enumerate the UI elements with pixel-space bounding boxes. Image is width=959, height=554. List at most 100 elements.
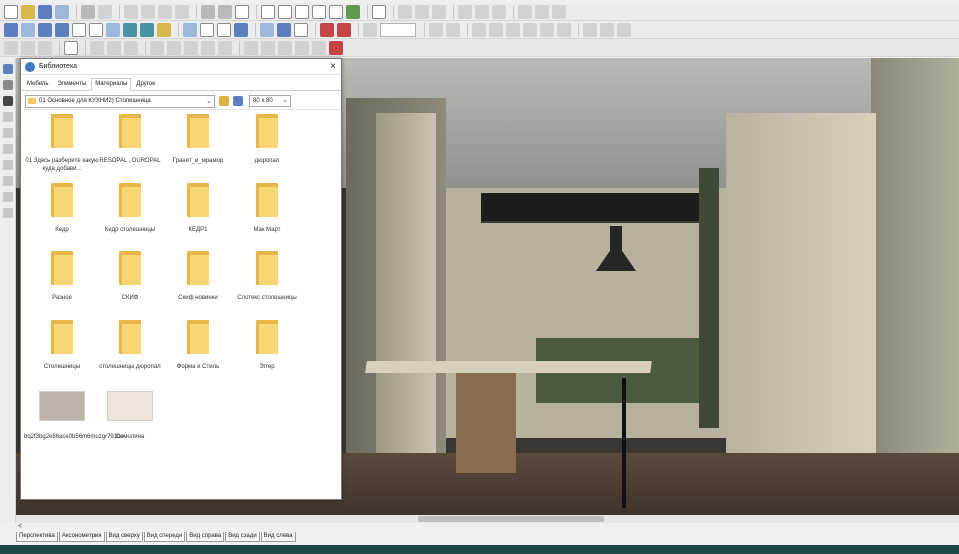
tab-materials[interactable]: Материалы (91, 78, 132, 91)
layers-icon[interactable] (261, 4, 275, 19)
list-item[interactable]: Скиф новинки (160, 251, 236, 302)
horizontal-scrollbar[interactable] (16, 515, 959, 523)
wireframe-icon[interactable] (72, 22, 86, 37)
circle-icon[interactable] (523, 22, 537, 37)
offset-icon[interactable] (617, 22, 631, 37)
move-icon[interactable] (277, 22, 291, 37)
edit-copy-icon[interactable] (21, 40, 35, 55)
edit-rotate-icon[interactable] (38, 40, 52, 55)
snap-icon[interactable] (183, 22, 197, 37)
unlock-icon[interactable] (552, 4, 566, 19)
bulb-icon[interactable] (157, 22, 171, 37)
magnet-icon[interactable] (320, 22, 334, 37)
sum-icon[interactable] (372, 4, 386, 19)
split-view-icon[interactable] (329, 4, 343, 19)
array-icon[interactable] (600, 22, 614, 37)
hatch-icon[interactable] (429, 22, 443, 37)
zoom-icon[interactable] (363, 22, 377, 37)
tab-axonometry[interactable]: Аксонометрия (58, 532, 105, 542)
select-icon[interactable] (4, 22, 18, 37)
arc-icon[interactable] (506, 22, 520, 37)
rotate-view-icon[interactable] (21, 22, 35, 37)
distribute-v-icon[interactable] (475, 4, 489, 19)
mirror-icon[interactable] (583, 22, 597, 37)
polyline-icon[interactable] (540, 22, 554, 37)
eraser-icon[interactable] (3, 112, 13, 122)
measure-icon[interactable] (294, 22, 308, 37)
align-right-icon[interactable] (432, 4, 446, 19)
tab-right-view[interactable]: Вид справа (186, 532, 225, 542)
new-file-icon[interactable] (4, 4, 18, 19)
print-icon[interactable] (81, 4, 95, 19)
solid-icon[interactable] (55, 22, 69, 37)
rectangle-icon[interactable] (557, 22, 571, 37)
shelf-icon[interactable] (295, 40, 309, 55)
pointer-icon[interactable] (3, 64, 13, 74)
table-icon[interactable] (489, 22, 503, 37)
delete-icon[interactable] (175, 4, 189, 19)
save-icon[interactable] (38, 4, 52, 19)
list-item[interactable]: КЕДР1 (160, 183, 236, 234)
camera-icon[interactable] (234, 22, 248, 37)
cube-icon[interactable] (38, 22, 52, 37)
list-item[interactable]: Эггер (229, 320, 305, 371)
pencil-icon[interactable] (3, 96, 13, 106)
drill-icon[interactable] (150, 40, 164, 55)
frame-icon[interactable] (244, 40, 258, 55)
text-icon[interactable] (472, 22, 486, 37)
list-item[interactable]: СКИФ (92, 251, 168, 302)
cut-list-icon[interactable] (218, 40, 232, 55)
room-icon[interactable] (3, 176, 13, 186)
panel-icon[interactable] (90, 40, 104, 55)
properties-icon[interactable] (235, 4, 249, 19)
diamond-icon[interactable] (260, 22, 274, 37)
facade-icon[interactable] (261, 40, 275, 55)
grid-select-icon[interactable] (64, 40, 78, 55)
undo-icon[interactable] (201, 4, 215, 19)
paste-icon[interactable] (158, 4, 172, 19)
zoom-window-icon[interactable] (295, 4, 309, 19)
ungroup-icon[interactable] (518, 4, 532, 19)
view-window-icon[interactable] (278, 4, 292, 19)
redo-icon[interactable] (218, 4, 232, 19)
list-item[interactable]: Слотекс столешницы (229, 251, 305, 302)
shaded-icon[interactable] (106, 22, 120, 37)
list-item[interactable]: Форма и Стиль (160, 320, 236, 371)
edge-icon[interactable] (201, 40, 215, 55)
tab-top-view[interactable]: Вид сверху (105, 532, 143, 542)
stop-icon[interactable] (337, 22, 351, 37)
cut-icon[interactable] (124, 4, 138, 19)
wall-icon[interactable] (3, 128, 13, 138)
hinge-icon[interactable] (167, 40, 181, 55)
texture-icon[interactable] (123, 22, 137, 37)
list-item[interactable]: столешницы дюропал (92, 320, 168, 371)
align-center-icon[interactable] (415, 4, 429, 19)
grid-icon[interactable] (217, 22, 231, 37)
handle-icon[interactable] (184, 40, 198, 55)
tab-furniture[interactable]: Мебель (23, 78, 52, 90)
distribute-icon[interactable] (458, 4, 472, 19)
record-icon[interactable] (329, 40, 343, 55)
gear-icon[interactable] (3, 208, 13, 218)
list-item[interactable]: Столешницы (24, 320, 100, 371)
list-item[interactable]: bq2f3bg2e86ace0b56m6muzgr791bo (24, 391, 124, 441)
stairs-icon[interactable] (3, 80, 13, 90)
drawer-icon[interactable] (278, 40, 292, 55)
window-list-icon[interactable] (312, 4, 326, 19)
close-icon[interactable]: × (325, 61, 341, 72)
tab-front-view[interactable]: Вид спереди (143, 532, 186, 542)
lock-icon[interactable] (535, 4, 549, 19)
thumbnail-size-select[interactable]: 80 x 80 ⌄ (249, 95, 291, 107)
light-tool-icon[interactable] (3, 192, 13, 202)
list-item[interactable]: Семолина (92, 391, 168, 441)
dimension-icon[interactable] (200, 22, 214, 37)
window-icon[interactable] (3, 160, 13, 170)
hidden-lines-icon[interactable] (89, 22, 103, 37)
line-icon[interactable] (446, 22, 460, 37)
list-item[interactable]: Кедр столешницы (92, 183, 168, 234)
path-select[interactable]: 01 Основное для КУХНИ2) Столешница ⌄ (25, 94, 215, 108)
tab-other[interactable]: Другое (132, 78, 159, 90)
list-item[interactable]: 01 Здесь разберите какую куда добави... (24, 114, 100, 173)
list-item[interactable]: Разное (24, 251, 100, 302)
save-as-icon[interactable] (55, 4, 69, 19)
